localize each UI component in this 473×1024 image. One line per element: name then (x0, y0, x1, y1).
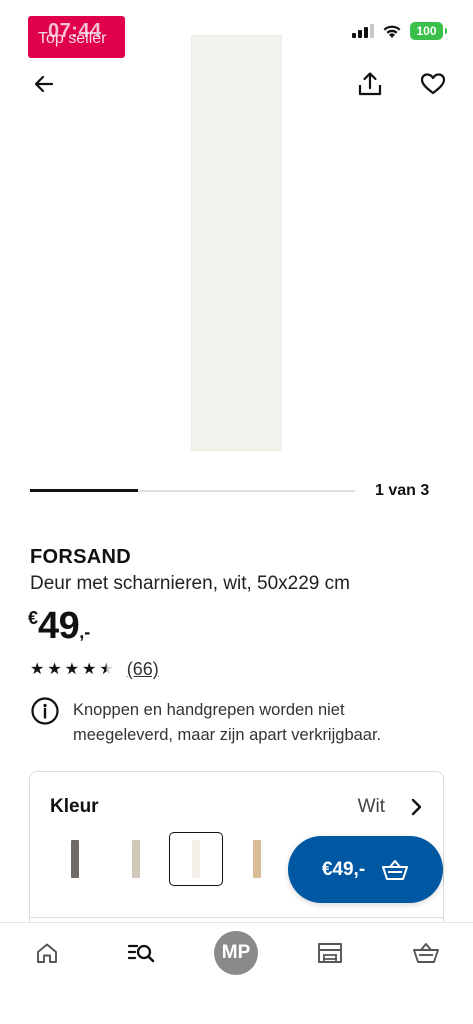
search-list-icon (127, 944, 155, 963)
tab-search[interactable] (116, 933, 166, 973)
card-divider (30, 917, 443, 918)
shopping-basket-icon (413, 943, 439, 963)
review-count-link[interactable]: (66) (127, 659, 159, 680)
price-integer: 49 (38, 605, 80, 647)
tab-store[interactable] (305, 933, 355, 973)
carousel-progress-fill (30, 489, 139, 492)
heart-icon (420, 73, 446, 95)
star-icon: ★ (64, 660, 80, 678)
product-description: Deur met scharnieren, wit, 50x229 cm (30, 573, 350, 594)
half-star-icon: ★ (99, 660, 114, 678)
store-icon (318, 943, 342, 963)
cart-button-price: €49,- (321, 858, 366, 880)
wifi-icon (383, 25, 401, 38)
star-icon: ★ (82, 660, 97, 678)
color-swatch-white-selected[interactable] (169, 832, 223, 886)
color-swatch-beige[interactable] (109, 832, 163, 886)
product-image[interactable] (191, 35, 282, 451)
arrow-left-icon (34, 75, 54, 93)
cellular-signal-icon (352, 24, 374, 38)
bottom-navigation: MP (0, 922, 473, 1024)
share-button[interactable] (350, 64, 390, 104)
avatar-initials: MP (221, 942, 251, 963)
add-to-cart-button[interactable]: €49,- (288, 836, 443, 903)
battery-indicator: 100 (410, 22, 447, 40)
star-icon: ★ (47, 660, 62, 678)
carousel-progress-track (30, 489, 355, 492)
info-text: Knoppen en handgrepen worden niet meegel… (73, 701, 382, 744)
tab-home[interactable] (22, 933, 72, 973)
color-value[interactable]: Wit (358, 796, 385, 818)
price-decimal: ,- (79, 622, 91, 642)
color-swatch-dark-grey[interactable] (48, 832, 102, 886)
swatch-color (192, 840, 200, 878)
profile-avatar[interactable]: MP (214, 931, 258, 975)
battery-level: 100 (416, 24, 437, 38)
chevron-right-icon[interactable] (405, 796, 427, 818)
product-name: FORSAND (30, 546, 131, 568)
top-seller-badge: Top seller 07:44 (28, 16, 125, 58)
star-icon: ★ (30, 660, 45, 678)
share-icon (358, 72, 382, 96)
swatch-color (71, 840, 79, 878)
shopping-basket-icon (382, 859, 409, 880)
carousel-counter: 1 van 3 (375, 482, 430, 499)
rating[interactable]: ★ ★ ★ ★ ★ (66) (30, 659, 159, 680)
info-circle-icon (31, 697, 59, 725)
product-price: € 49 ,- (28, 604, 90, 648)
tab-basket[interactable] (401, 933, 451, 973)
swatch-color (132, 840, 140, 878)
price-currency: € (28, 608, 39, 628)
back-button[interactable] (24, 64, 64, 104)
color-label: Kleur (50, 796, 99, 817)
status-time: 07:44 (48, 20, 102, 42)
status-icons: 100 (352, 22, 447, 40)
color-swatch-oak[interactable] (230, 832, 284, 886)
swatch-color (253, 840, 261, 878)
favorite-button[interactable] (413, 64, 453, 104)
home-icon (37, 943, 57, 963)
